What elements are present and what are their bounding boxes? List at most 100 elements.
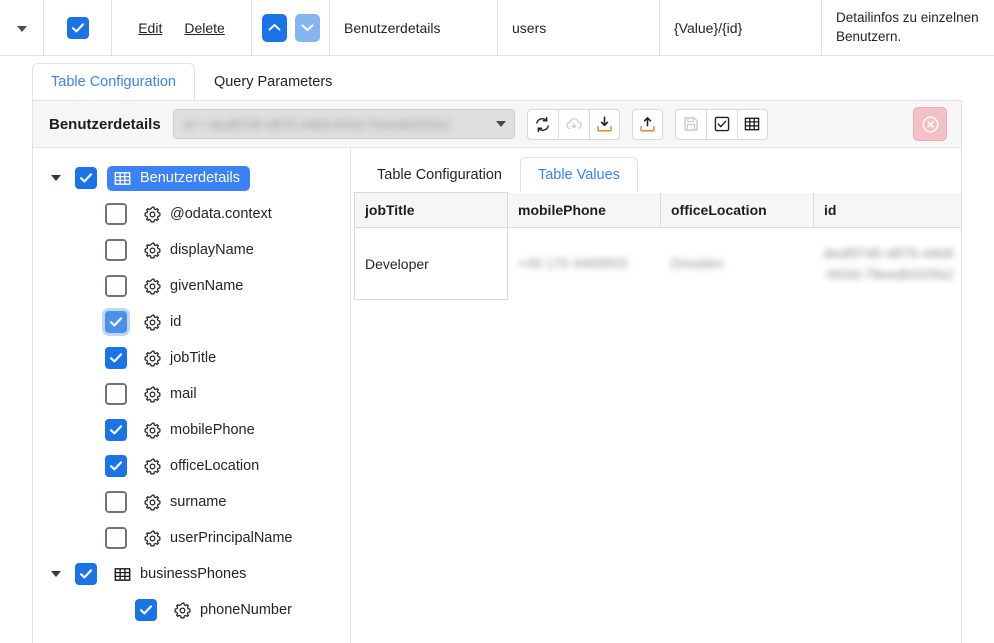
table-grid-icon <box>114 171 131 185</box>
column-header-officelocation[interactable]: officeLocation <box>660 192 814 228</box>
field-tree: Benutzerdetails @odata.context displayName… <box>33 148 351 643</box>
tree-node[interactable]: mobilePhone <box>33 412 350 448</box>
tree-node[interactable]: businessPhones <box>33 556 350 592</box>
tree-node-label: givenName <box>170 278 244 294</box>
panel-body: Benutzerdetails @odata.context displayName… <box>33 148 961 643</box>
tree-node-checkbox[interactable] <box>105 347 127 369</box>
data-button-group <box>526 108 620 140</box>
tree-node-checkbox[interactable] <box>105 527 127 549</box>
tree-node-label-container[interactable]: displayName <box>137 238 340 263</box>
gear-icon <box>144 314 161 330</box>
refresh-button[interactable] <box>526 108 558 140</box>
tree-node-label-container[interactable]: givenName <box>137 274 340 299</box>
tree-node-checkbox[interactable] <box>105 311 127 333</box>
chevron-down-icon <box>51 175 61 181</box>
tab-query-parameters[interactable]: Query Parameters <box>195 63 351 100</box>
tree-node[interactable]: phoneNumber <box>33 592 350 628</box>
tree-node-label-container[interactable]: mail <box>137 382 340 407</box>
select-all-button[interactable] <box>705 108 737 140</box>
tree-expand-toggle[interactable] <box>47 175 65 181</box>
tree-node-label-container[interactable]: id <box>137 310 340 335</box>
table-values: jobTitle mobilePhone officeLocation id D… <box>354 192 961 300</box>
table-grid-icon <box>744 117 760 131</box>
tree-node-checkbox[interactable] <box>105 419 127 441</box>
tree-node-label: @odata.context <box>170 206 272 222</box>
gear-icon <box>144 278 161 294</box>
tree-node-label-container[interactable]: @odata.context <box>137 202 340 227</box>
detail-pane: Table Configuration Table Values jobTitl… <box>351 148 961 643</box>
tree-node-label-container[interactable]: jobTitle <box>137 346 340 371</box>
tree-node-checkbox[interactable] <box>105 239 127 261</box>
tab-table-configuration[interactable]: Table Configuration <box>32 62 195 100</box>
row-checkbox[interactable] <box>66 16 89 39</box>
delete-table-button[interactable] <box>913 107 947 141</box>
main-tabstrip: Table Configuration Query Parameters <box>0 56 994 100</box>
export-button[interactable] <box>631 108 663 140</box>
table-view-button[interactable] <box>736 108 768 140</box>
import-icon <box>597 116 612 131</box>
tree-node[interactable]: givenName <box>33 268 350 304</box>
column-header-mobilephone[interactable]: mobilePhone <box>507 192 661 228</box>
tree-node-checkbox[interactable] <box>105 275 127 297</box>
tree-node[interactable]: @odata.context <box>33 196 350 232</box>
tree-node-label: businessPhones <box>140 566 247 582</box>
tree-node[interactable]: displayName <box>33 232 350 268</box>
tree-node-label: jobTitle <box>170 350 217 366</box>
chevron-down-icon <box>16 25 27 32</box>
subtab-table-values[interactable]: Table Values <box>519 156 638 192</box>
gear-icon <box>144 494 161 510</box>
circle-x-icon <box>922 116 938 132</box>
tree-node-label-container[interactable]: officeLocation <box>137 454 340 479</box>
tree-node[interactable]: userPrincipalName <box>33 520 350 556</box>
tree-node-checkbox[interactable] <box>105 203 127 225</box>
chevron-down-icon <box>51 571 61 577</box>
row-select-cell[interactable] <box>44 0 112 55</box>
move-down-button[interactable] <box>294 13 320 42</box>
entity-source-cell: users <box>498 0 660 55</box>
gear-icon <box>144 458 161 474</box>
entity-path-cell: {Value}/{id} <box>660 0 822 55</box>
tree-node-label: userPrincipalName <box>170 530 293 546</box>
row-actions-cell: Edit Delete <box>112 0 252 55</box>
column-header-jobtitle[interactable]: jobTitle <box>354 192 508 228</box>
export-icon <box>640 116 655 131</box>
tree-node[interactable]: jobTitle <box>33 340 350 376</box>
record-select[interactable]: id = deaf97d0-d876-44b8-843d-79eedb020fa… <box>172 109 515 139</box>
subtab-table-configuration[interactable]: Table Configuration <box>359 157 520 192</box>
tree-node[interactable]: mail <box>33 376 350 412</box>
tree-node-checkbox[interactable] <box>75 563 97 585</box>
row-expand-toggle[interactable] <box>0 0 44 55</box>
tree-node-checkbox[interactable] <box>105 491 127 513</box>
cloud-download-button[interactable] <box>557 108 589 140</box>
move-up-button[interactable] <box>261 13 287 42</box>
tree-node-checkbox[interactable] <box>75 167 97 189</box>
edit-button[interactable]: Edit <box>138 20 162 36</box>
tree-node-label-container[interactable]: Benutzerdetails <box>107 165 250 191</box>
tree-node-checkbox[interactable] <box>135 599 157 621</box>
tree-node[interactable]: officeLocation <box>33 448 350 484</box>
tree-node-checkbox[interactable] <box>105 455 127 477</box>
table-configuration-panel: Benutzerdetails id = deaf97d0-d876-44b8-… <box>32 100 962 643</box>
tree-node-label-container[interactable]: mobilePhone <box>137 418 340 443</box>
table-row[interactable]: Developer +49 170 4469503 Dresden deaf97… <box>354 227 961 300</box>
tree-node-checkbox[interactable] <box>105 383 127 405</box>
delete-button[interactable]: Delete <box>184 20 224 36</box>
gear-icon <box>144 386 161 402</box>
save-button[interactable] <box>674 108 706 140</box>
view-button-group <box>674 108 768 140</box>
tree-node[interactable]: surname <box>33 484 350 520</box>
column-header-id[interactable]: id <box>813 192 961 228</box>
tree-node-label-container[interactable]: businessPhones <box>107 562 340 587</box>
tree-node[interactable]: Benutzerdetails <box>33 160 350 196</box>
import-button[interactable] <box>588 108 620 140</box>
tree-expand-toggle[interactable] <box>47 571 65 577</box>
cloud-download-icon <box>566 117 582 129</box>
chevron-down-icon <box>495 121 506 127</box>
tree-node-label-container[interactable]: surname <box>137 490 340 515</box>
detail-tabstrip: Table Configuration Table Values <box>351 152 961 192</box>
tree-node[interactable]: id <box>33 304 350 340</box>
tree-node-label: displayName <box>170 242 254 258</box>
tree-node-label-container[interactable]: userPrincipalName <box>137 526 340 551</box>
tree-node-label-container[interactable]: phoneNumber <box>167 598 340 623</box>
cell-mobilephone: +49 170 4469503 <box>507 227 661 300</box>
